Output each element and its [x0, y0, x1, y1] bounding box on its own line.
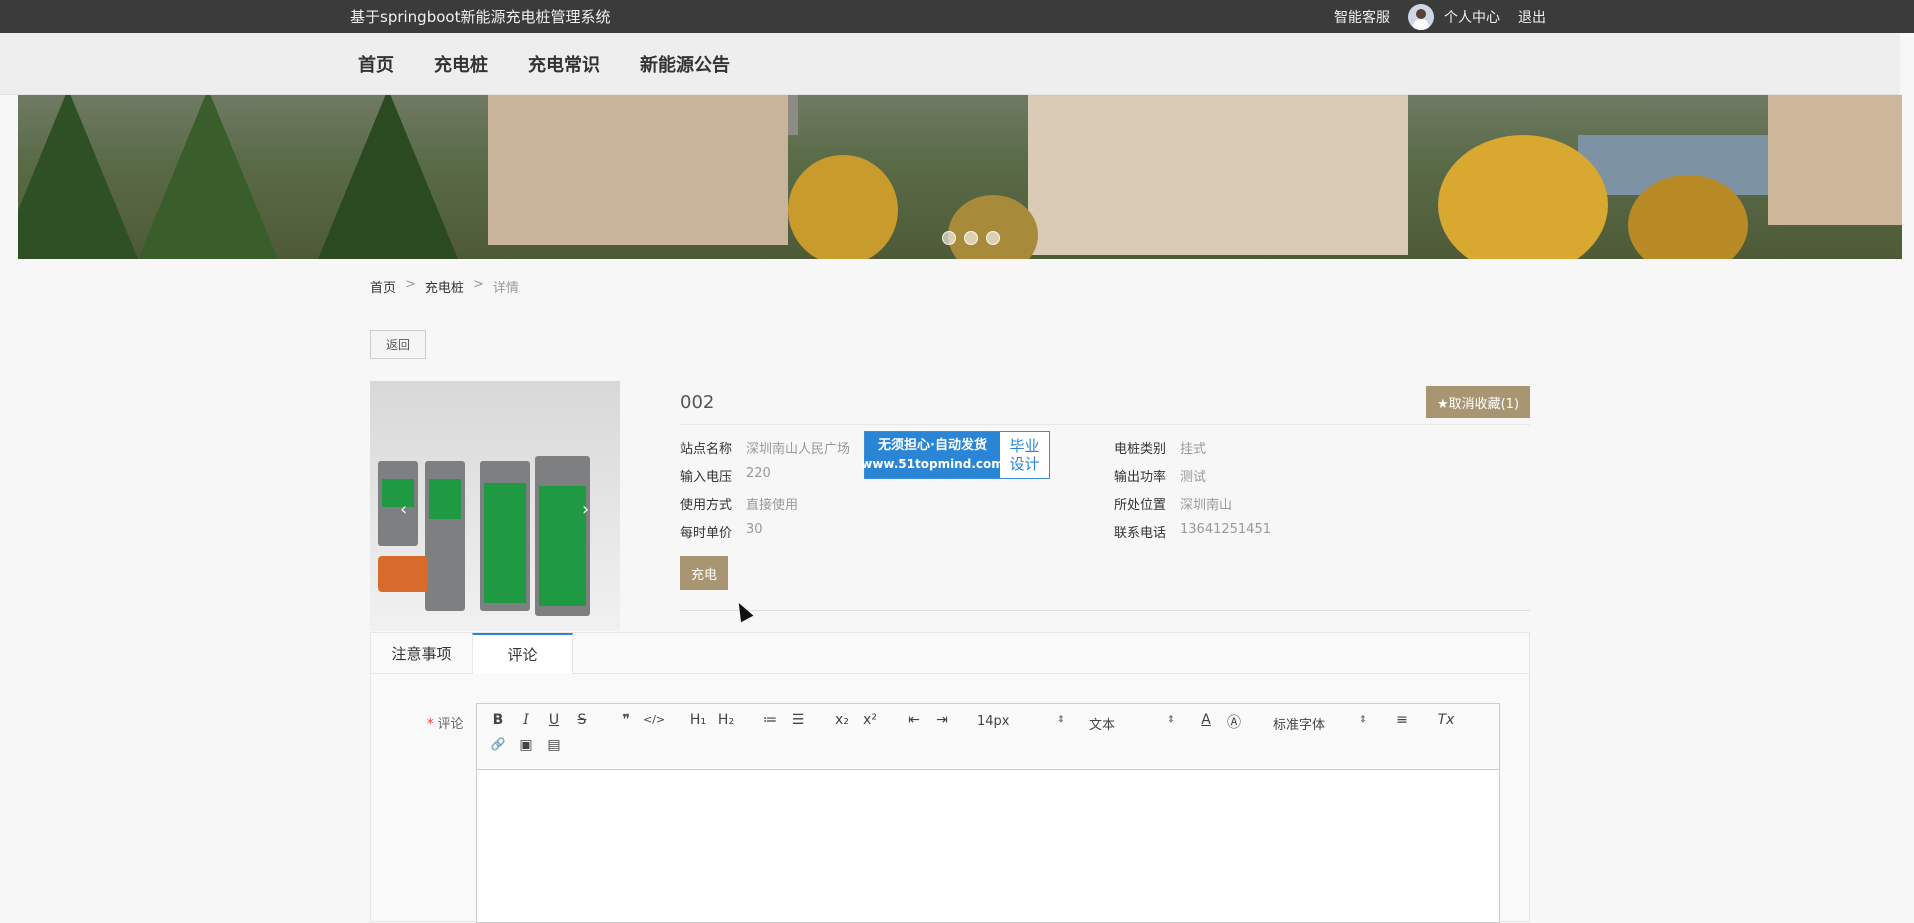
tabs-header: 注意事项 评论 [371, 633, 1529, 674]
system-title: 基于springboot新能源充电桩管理系统 [350, 8, 611, 26]
breadcrumb-charging-piles[interactable]: 充电桩 [425, 277, 464, 296]
nav-item-charging-piles[interactable]: 充电桩 [434, 51, 488, 77]
breadcrumb-separator: > [472, 277, 484, 292]
image-next-icon[interactable]: › [582, 499, 589, 520]
font-size-select[interactable]: 14px ⇕ [977, 714, 1067, 729]
header-1-icon[interactable]: H₁ [687, 712, 709, 728]
field-output-power: 输出功率 测试 [1114, 470, 1207, 485]
top-bar: 基于springboot新能源充电桩管理系统 智能客服 个人中心 退出 [0, 0, 1914, 33]
clear-format-icon[interactable]: Tx [1435, 712, 1457, 728]
unfavorite-button[interactable]: ★取消收藏(1) [1426, 386, 1530, 418]
italic-icon[interactable]: I [515, 712, 537, 728]
nav-item-announcements[interactable]: 新能源公告 [640, 51, 730, 77]
background-color-icon[interactable]: Ⓐ [1223, 712, 1245, 732]
align-icon[interactable]: ≡ [1391, 712, 1413, 728]
watermark-ad: 无须担心·自动发货 www.51topmind.com 毕业 设计 [861, 431, 1050, 479]
font-family-select[interactable]: 标准字体 ⇕ [1273, 714, 1373, 733]
header-select[interactable]: 文本 ⇕ [1089, 714, 1179, 733]
banner-carousel[interactable] [18, 95, 1902, 259]
required-mark: * [427, 717, 434, 732]
select-arrow-icon: ⇕ [1167, 715, 1175, 725]
comment-editor[interactable]: B I U S ❞ </> H₁ H₂ ≔ ☰ x₂ x² ⇤ ⇥ 14px ⇕… [476, 703, 1500, 923]
carousel-dot[interactable] [964, 231, 978, 245]
watermark-text-1: 毕业 [1009, 437, 1040, 455]
select-arrow-icon: ⇕ [1057, 715, 1065, 725]
watermark-text-2: 设计 [1009, 455, 1040, 473]
comment-label: * 评论 [427, 717, 464, 732]
bold-icon[interactable]: B [487, 712, 509, 728]
field-input-voltage: 输入电压 220 [680, 466, 771, 485]
watermark-url: www.51topmind.com [861, 457, 1004, 471]
select-arrow-icon: ⇕ [1359, 715, 1367, 725]
mouse-cursor-icon [732, 599, 754, 623]
product-title: 002 [680, 392, 715, 413]
field-station-name: 站点名称 深圳南山人民广场 [680, 442, 851, 457]
tab-comments[interactable]: 评论 [472, 633, 573, 674]
text-color-icon[interactable]: A [1195, 712, 1217, 728]
avatar[interactable] [1408, 3, 1434, 30]
watermark-slogan: 无须担心·自动发货 [878, 438, 987, 453]
underline-icon[interactable]: U [543, 712, 565, 728]
carousel-dot[interactable] [986, 231, 1000, 245]
nav-item-home[interactable]: 首页 [358, 51, 394, 77]
smart-service-link[interactable]: 智能客服 [1334, 7, 1390, 27]
logout-link[interactable]: 退出 [1518, 7, 1546, 27]
video-icon[interactable]: ▤ [543, 737, 565, 753]
breadcrumb-home[interactable]: 首页 [370, 277, 396, 296]
carousel-indicators [942, 231, 1000, 245]
ordered-list-icon[interactable]: ≔ [759, 712, 781, 728]
bullet-list-icon[interactable]: ☰ [787, 712, 809, 728]
image-icon[interactable]: ▣ [515, 737, 537, 753]
personal-center-link[interactable]: 个人中心 [1444, 7, 1500, 27]
strikethrough-icon[interactable]: S [571, 712, 593, 728]
field-hourly-price: 每时单价 30 [680, 522, 763, 541]
outdent-icon[interactable]: ⇤ [903, 712, 925, 728]
link-icon[interactable]: 🔗 [487, 737, 509, 751]
field-pile-type: 电桩类别 挂式 [1114, 442, 1207, 457]
breadcrumb-separator: > [405, 277, 416, 292]
blockquote-icon[interactable]: ❞ [615, 712, 637, 728]
tab-notes[interactable]: 注意事项 [371, 633, 472, 673]
breadcrumb-current: 详情 [492, 281, 519, 296]
breadcrumb: 首页 > 充电桩 > 详情 [370, 277, 519, 296]
image-prev-icon[interactable]: ‹ [400, 499, 407, 520]
superscript-icon[interactable]: x² [859, 712, 881, 728]
charge-button[interactable]: 充电 [680, 556, 728, 590]
subscript-icon[interactable]: x₂ [831, 712, 853, 728]
indent-icon[interactable]: ⇥ [931, 712, 953, 728]
top-bar-actions: 智能客服 个人中心 退出 [1334, 0, 1546, 33]
back-button[interactable]: 返回 [370, 330, 426, 359]
field-usage-method: 使用方式 直接使用 [680, 498, 799, 513]
product-image: ‹ › [370, 381, 620, 631]
divider [680, 610, 1530, 611]
user-menu[interactable]: 个人中心 [1408, 3, 1500, 30]
nav-item-charging-knowledge[interactable]: 充电常识 [528, 51, 600, 77]
editor-toolbar: B I U S ❞ </> H₁ H₂ ≔ ☰ x₂ x² ⇤ ⇥ 14px ⇕… [477, 704, 1499, 770]
main-nav: 首页 充电桩 充电常识 新能源公告 [0, 33, 1900, 95]
carousel-dot[interactable] [942, 231, 956, 245]
field-location: 所处位置 深圳南山 [1114, 498, 1233, 513]
header-2-icon[interactable]: H₂ [715, 712, 737, 728]
divider [680, 424, 1530, 425]
code-block-icon[interactable]: </> [643, 713, 665, 726]
field-phone: 联系电话 13641251451 [1114, 522, 1271, 541]
